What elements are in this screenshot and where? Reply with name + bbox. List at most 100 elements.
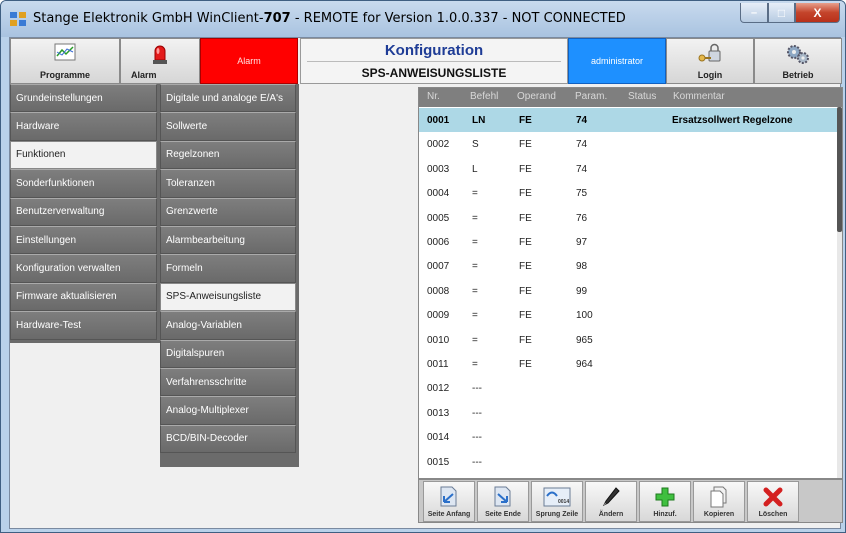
instruction-table: Nr. Befehl Operand Param. Status Komment… [418,87,843,479]
col-operand[interactable]: Operand [517,91,556,102]
nav-sub-item[interactable]: BCD/BIN-Decoder [160,424,296,454]
hinzuf-label: Hinzuf. [653,511,677,518]
nav-sub-item[interactable]: Toleranzen [160,169,296,198]
table-row[interactable]: 0015 --- [419,450,837,474]
nav-main-item[interactable]: Firmware aktualisieren [10,282,157,312]
gears-icon [787,45,809,64]
seite-ende-button[interactable]: Seite Ende [477,481,529,522]
table-row[interactable]: 0013 --- [419,401,837,425]
kopieren-button[interactable]: Kopieren [693,481,745,522]
cell-befehl: = [472,359,478,370]
nav-main-item[interactable]: Hardware-Test [10,311,157,340]
table-row[interactable]: 0014 --- [419,425,837,449]
cell-param: 97 [576,237,588,248]
nav-sub-item-label: Sollwerte [166,121,208,133]
table-row[interactable]: 0001 LN FE 74 Ersatzsollwert Regelzone [419,108,837,132]
close-button[interactable]: X [795,3,840,23]
alarm-button[interactable]: Alarm [120,38,200,84]
maximize-button[interactable]: □ [768,3,795,23]
col-befehl[interactable]: Befehl [470,91,498,102]
page-start-icon [440,486,457,507]
login-button[interactable]: Login [666,38,754,84]
nav-sub-item-label: Digitalspuren [166,348,225,360]
col-kommentar[interactable]: Kommentar [673,91,725,102]
nav-sub-item-label: Toleranzen [166,177,215,189]
cell-nr: 0011 [427,359,449,370]
programme-button[interactable]: Programme [10,38,120,84]
cell-befehl: S [472,139,479,151]
sprung-zeile-label: Sprung Zeile [535,511,579,518]
alarm-label: Alarm [131,70,157,80]
nav-sub-item[interactable]: Alarmbearbeitung [160,225,296,255]
login-label: Login [697,70,723,80]
nav-main-item[interactable]: Hardware [10,112,157,141]
nav-sub-item[interactable]: Grenzwerte [160,197,296,226]
hinzufuegen-button[interactable]: Hinzuf. [639,481,691,522]
cell-befehl: = [472,237,478,248]
cell-befehl: = [472,261,478,273]
cell-param: 964 [576,359,593,370]
nav-sub-item-label: Verfahrensschritte [166,376,247,388]
cell-param: 99 [576,285,588,297]
nav-sub-item[interactable]: Analog-Multiplexer [160,396,296,425]
maximize-icon: □ [777,5,786,20]
table-row[interactable]: 0007 = FE 98 [419,254,837,278]
table-row[interactable]: 0012 --- [419,376,837,400]
seite-anfang-button[interactable]: Seite Anfang [423,481,475,522]
title-bar[interactable]: Stange Elektronik GmbH WinClient-707 - R… [1,1,845,37]
table-row[interactable]: 0005 = FE 76 [419,206,837,230]
nav-main-item[interactable]: Benutzerverwaltung [10,197,157,226]
cell-nr: 0013 [427,407,450,419]
nav-sub-item[interactable]: Formeln [160,254,296,283]
nav-sub-item[interactable]: Digitalspuren [160,339,296,368]
nav-sub-item[interactable]: Sollwerte [160,112,296,141]
programme-label: Programme [39,70,91,80]
table-row[interactable]: 0011 = FE 964 [419,352,837,376]
scrollbar-thumb[interactable] [837,107,842,232]
table-row[interactable]: 0008 = FE 99 [419,279,837,303]
user-name: administrator [590,56,644,66]
table-row[interactable]: 0003 L FE 74 [419,157,837,181]
cell-operand: FE [519,285,532,297]
nav-main-item[interactable]: Konfiguration verwalten [10,254,157,283]
svg-text:0014: 0014 [558,499,569,505]
aendern-button[interactable]: Ändern [585,481,637,522]
cell-befehl: --- [472,383,482,395]
cell-nr: 0007 [427,261,450,273]
cell-nr: 0003 [427,163,450,175]
cell-kommentar: Ersatzsollwert Regelzone [672,115,793,126]
app-icon [10,12,26,26]
nav-sub-item[interactable]: Digitale und analoge E/A's [160,84,296,113]
nav-sub-item[interactable]: SPS-Anweisungsliste [160,282,296,312]
table-row[interactable]: 0010 = FE 965 [419,328,837,352]
aendern-label: Ändern [598,511,624,518]
col-param[interactable]: Param. [575,91,607,102]
table-row[interactable]: 0009 = FE 100 [419,303,837,327]
nav-main-item-label: Hardware [16,121,60,133]
nav-main-item-label: Einstellungen [16,234,77,246]
nav-main-item[interactable]: Einstellungen [10,225,157,255]
nav-sub-item[interactable]: Verfahrensschritte [160,367,296,397]
sprung-zeile-button[interactable]: 0014 Sprung Zeile [531,481,583,522]
col-status[interactable]: Status [628,91,656,102]
table-row[interactable]: 0004 = FE 75 [419,181,837,205]
loeschen-button[interactable]: Löschen [747,481,799,522]
nav-main-item[interactable]: Grundeinstellungen [10,84,157,113]
seite-anfang-label: Seite Anfang [427,511,471,518]
table-row[interactable]: 0006 = FE 97 [419,230,837,254]
user-badge: administrator [568,38,666,84]
table-header: Nr. Befehl Operand Param. Status Komment… [419,88,842,107]
cell-operand: FE [519,139,532,151]
col-nr[interactable]: Nr. [427,91,440,102]
nav-sub-item[interactable]: Regelzonen [160,140,296,170]
betrieb-button[interactable]: Betrieb [754,38,842,84]
minimize-button[interactable]: – [740,3,768,23]
cell-befehl: --- [472,407,482,419]
page-title: Konfiguration [384,42,484,59]
cell-param: 74 [576,115,588,126]
nav-main-item[interactable]: Sonderfunktionen [10,169,157,198]
copy-icon [710,486,727,508]
nav-sub-item[interactable]: Analog-Variablen [160,311,296,340]
table-row[interactable]: 0002 S FE 74 [419,132,837,156]
nav-main-item[interactable]: Funktionen [10,140,157,170]
